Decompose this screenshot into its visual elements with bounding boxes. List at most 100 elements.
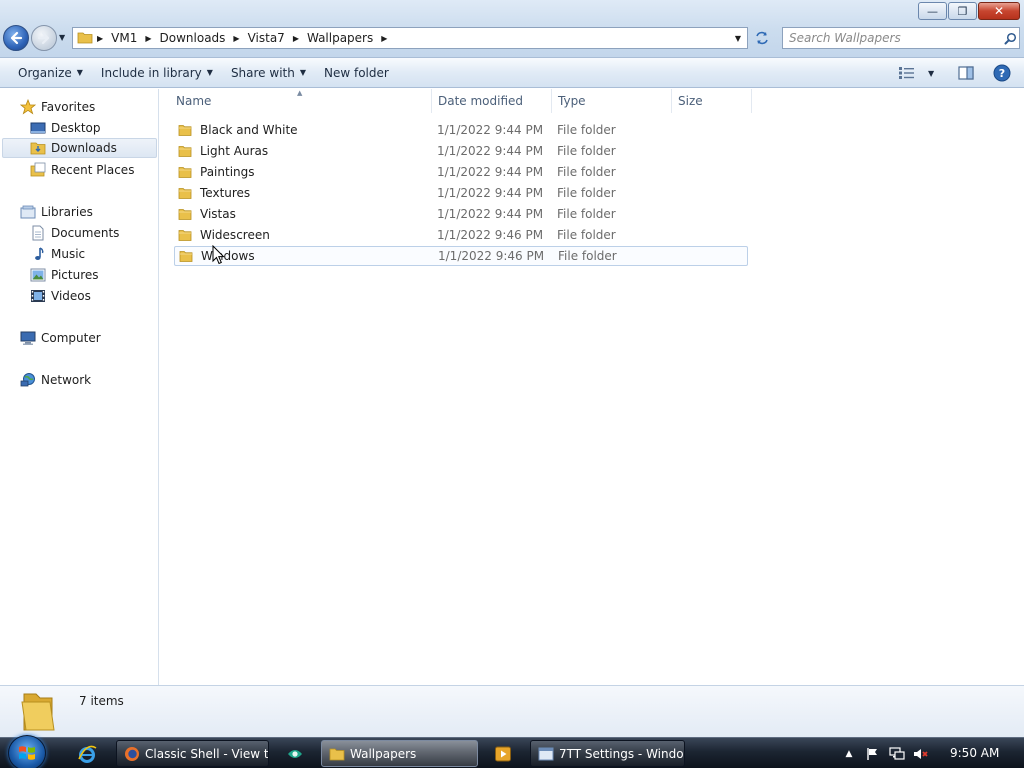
internet-explorer-launcher[interactable] — [76, 743, 98, 765]
minimize-button[interactable]: — — [918, 2, 947, 20]
table-row[interactable]: Paintings 1/1/2022 9:44 PM File folder — [174, 162, 748, 182]
sort-ascending-icon: ▲ — [297, 89, 303, 97]
file-type: File folder — [557, 165, 616, 179]
nav-pictures[interactable]: Pictures — [30, 265, 99, 285]
table-row[interactable]: Textures 1/1/2022 9:44 PM File folder — [174, 183, 748, 203]
folder-icon — [179, 248, 195, 264]
change-view-button[interactable]: ▼ — [898, 61, 934, 85]
action-center-flag-icon[interactable] — [864, 745, 882, 763]
nav-favorites[interactable]: Favorites — [20, 97, 95, 117]
table-row[interactable]: Black and White 1/1/2022 9:44 PM File fold… — [174, 120, 748, 140]
arrow-left-icon — [10, 31, 23, 45]
table-row[interactable]: Vistas 1/1/2022 9:44 PM File folder — [174, 204, 748, 224]
breadcrumb-wallpapers[interactable]: Wallpapers — [303, 31, 377, 45]
chevron-right-icon[interactable]: ▶ — [141, 34, 155, 43]
nav-documents[interactable]: Documents — [30, 223, 119, 243]
search-icon[interactable] — [1001, 32, 1019, 45]
windows-logo-icon — [19, 746, 35, 760]
folder-icon — [178, 227, 194, 243]
nav-videos[interactable]: Videos — [30, 286, 91, 306]
nav-downloads[interactable]: Downloads — [2, 138, 157, 158]
folder-icon — [178, 185, 194, 201]
file-name: Light Auras — [200, 144, 269, 158]
column-header-type[interactable]: Type — [552, 89, 672, 113]
nav-libraries[interactable]: Libraries — [20, 202, 93, 222]
downloads-folder-icon — [30, 140, 46, 156]
media-player-launcher[interactable] — [492, 743, 514, 765]
search-input[interactable] — [783, 31, 1001, 45]
help-button[interactable]: ? — [990, 61, 1014, 85]
column-header-size[interactable]: Size — [672, 89, 752, 113]
nav-computer[interactable]: Computer — [20, 328, 101, 348]
breadcrumb-vm1[interactable]: VM1 — [107, 31, 141, 45]
refresh-button[interactable] — [750, 27, 774, 49]
nav-network[interactable]: Network — [20, 370, 91, 390]
internet-explorer-icon — [78, 745, 97, 763]
close-button[interactable]: ✕ — [978, 2, 1020, 20]
file-name: Paintings — [200, 165, 255, 179]
chevron-down-icon[interactable]: ▼ — [928, 69, 934, 78]
window-icon — [538, 746, 554, 762]
address-history-dropdown[interactable]: ▼ — [729, 28, 747, 48]
pictures-icon — [30, 267, 46, 283]
svg-text:?: ? — [999, 67, 1005, 80]
volume-muted-icon[interactable] — [912, 745, 930, 763]
taskbar-item-wallpapers[interactable]: Wallpapers — [321, 740, 478, 767]
file-type: File folder — [557, 228, 616, 242]
file-name: Widescreen — [200, 228, 270, 242]
navigation-pane: Favorites Desktop Downloads Recent Place… — [0, 89, 159, 685]
file-date-modified: 1/1/2022 9:44 PM — [437, 165, 544, 179]
breadcrumb-vista7[interactable]: Vista7 — [244, 31, 289, 45]
file-type: File folder — [557, 144, 616, 158]
recent-pages-dropdown[interactable]: ▼ — [59, 33, 65, 42]
chevron-right-icon[interactable]: ▶ — [229, 34, 243, 43]
taskbar: Classic Shell - View t... Wallpapers 7TT… — [0, 735, 1024, 768]
documents-icon — [30, 225, 46, 241]
chevron-right-icon[interactable]: ▶ — [377, 34, 391, 43]
include-in-library-label: Include in library — [100, 65, 202, 80]
column-header-date-modified[interactable]: Date modified — [432, 89, 552, 113]
restore-icon: ❐ — [957, 4, 968, 18]
nav-recent-places[interactable]: Recent Places — [30, 160, 134, 180]
search-box[interactable] — [782, 27, 1020, 49]
back-button[interactable] — [3, 25, 29, 51]
nav-music[interactable]: Music — [30, 244, 85, 264]
nav-desktop[interactable]: Desktop — [30, 118, 101, 138]
chevron-down-icon: ▼ — [59, 33, 66, 42]
organize-button[interactable]: Organize ▼ — [9, 61, 92, 85]
address-bar[interactable]: ▶ VM1 ▶ Downloads ▶ Vista7 ▶ Wallpapers … — [72, 27, 748, 49]
show-hidden-icons-icon[interactable]: ▲ — [840, 745, 858, 763]
forward-button[interactable] — [31, 25, 57, 51]
restore-button[interactable]: ❐ — [948, 2, 977, 20]
recent-places-icon — [30, 162, 46, 178]
taskbar-item-classic-shell[interactable]: Classic Shell - View t... — [116, 740, 269, 767]
nav-videos-label: Videos — [51, 289, 91, 303]
file-date-modified: 1/1/2022 9:46 PM — [438, 249, 545, 263]
breadcrumb-downloads[interactable]: Downloads — [156, 31, 230, 45]
caption-buttons: — ❐ ✕ — [918, 2, 1020, 20]
file-type: File folder — [558, 249, 617, 263]
taskbar-item-label: 7TT Settings - Windo... — [559, 746, 685, 761]
taskbar-item-7tt-settings[interactable]: 7TT Settings - Windo... — [530, 740, 685, 767]
preview-pane-button[interactable] — [954, 61, 978, 85]
nav-desktop-label: Desktop — [51, 121, 101, 135]
nav-libraries-label: Libraries — [41, 205, 93, 219]
taskbar-item-label: Classic Shell - View t... — [145, 746, 269, 761]
app-launcher[interactable] — [284, 743, 306, 765]
new-folder-button[interactable]: New folder — [315, 61, 398, 85]
share-with-button[interactable]: Share with ▼ — [222, 61, 315, 85]
start-button[interactable] — [8, 735, 46, 768]
chevron-right-icon[interactable]: ▶ — [93, 34, 107, 43]
minimize-icon: — — [927, 4, 938, 18]
computer-icon — [20, 330, 36, 346]
column-name-label: Name — [176, 94, 212, 108]
table-row[interactable]: Windows 1/1/2022 9:46 PM File folder — [174, 246, 748, 266]
file-name: Vistas — [200, 207, 236, 221]
file-list: Name ▲ Date modified Type Size Black and… — [160, 89, 1024, 685]
chevron-right-icon[interactable]: ▶ — [289, 34, 303, 43]
table-row[interactable]: Widescreen 1/1/2022 9:46 PM File folder — [174, 225, 748, 245]
column-type-label: Type — [558, 94, 586, 108]
include-in-library-button[interactable]: Include in library ▼ — [92, 61, 222, 85]
network-status-icon[interactable] — [888, 745, 906, 763]
table-row[interactable]: Light Auras 1/1/2022 9:44 PM File folder — [174, 141, 748, 161]
